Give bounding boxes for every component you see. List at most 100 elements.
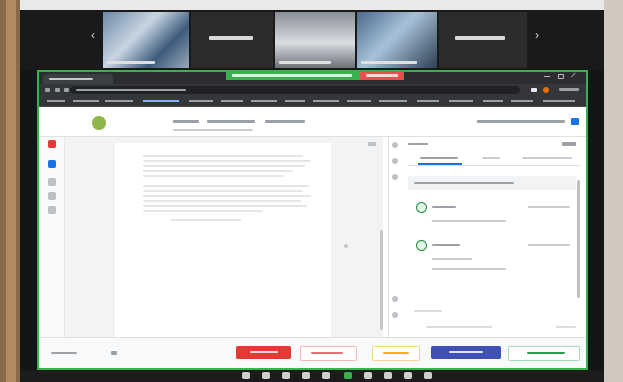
docs-tab[interactable] bbox=[173, 120, 199, 123]
participant-tile[interactable] bbox=[357, 12, 437, 68]
bookmark-item[interactable] bbox=[347, 100, 371, 102]
browser-tab[interactable] bbox=[43, 74, 113, 84]
window-controls[interactable] bbox=[544, 72, 581, 82]
action-button-blue[interactable] bbox=[431, 346, 501, 359]
panel-tab[interactable] bbox=[420, 157, 458, 159]
bookmark-item[interactable] bbox=[105, 100, 133, 102]
participants-icon[interactable] bbox=[302, 372, 310, 379]
comment-time bbox=[528, 206, 570, 208]
video-icon[interactable] bbox=[262, 372, 270, 379]
comments-scrollbar[interactable] bbox=[577, 180, 580, 298]
record-icon[interactable] bbox=[48, 140, 56, 148]
settings-icon[interactable] bbox=[48, 206, 56, 214]
stop-share-button[interactable] bbox=[360, 71, 404, 80]
participant-tile[interactable] bbox=[275, 12, 355, 68]
document-page[interactable] bbox=[115, 143, 331, 337]
pen-icon[interactable] bbox=[48, 192, 56, 200]
panel-side-icon[interactable] bbox=[392, 312, 398, 318]
panel-tab[interactable] bbox=[482, 157, 500, 159]
docs-tab[interactable] bbox=[207, 120, 255, 123]
close-icon[interactable] bbox=[570, 72, 581, 82]
bookmark-item[interactable] bbox=[285, 100, 305, 102]
panel-side-icon[interactable] bbox=[392, 158, 398, 164]
participant-tile[interactable] bbox=[191, 12, 273, 68]
bookmark-item[interactable] bbox=[543, 100, 575, 102]
panel-side-icon[interactable] bbox=[392, 296, 398, 302]
doc-zoom-controls[interactable] bbox=[368, 142, 376, 146]
doc-text-line bbox=[171, 219, 241, 221]
apps-icon[interactable] bbox=[404, 372, 412, 379]
reactions-icon[interactable] bbox=[384, 372, 392, 379]
comment-author bbox=[432, 244, 460, 246]
search-icon[interactable] bbox=[48, 178, 56, 186]
comment-text bbox=[432, 220, 506, 222]
zoom-top-edge bbox=[20, 0, 604, 10]
comment-author-avatar bbox=[416, 202, 427, 213]
address-input[interactable] bbox=[70, 86, 520, 94]
strip-prev-arrow[interactable]: ‹ bbox=[88, 28, 98, 42]
doc-text-line bbox=[143, 170, 293, 172]
bookmark-item[interactable] bbox=[379, 100, 407, 102]
panel-side-icon[interactable] bbox=[392, 174, 398, 180]
action-button-outline-red[interactable] bbox=[300, 346, 357, 361]
comment-card[interactable] bbox=[410, 196, 576, 234]
share-screen-icon[interactable] bbox=[344, 372, 352, 379]
docs-tab[interactable] bbox=[265, 120, 305, 123]
participant-name-label bbox=[455, 36, 505, 40]
action-button-outline-green[interactable] bbox=[508, 346, 580, 361]
bookmark-item[interactable] bbox=[483, 100, 503, 102]
user-avatar[interactable] bbox=[92, 116, 106, 130]
bookmark-item[interactable] bbox=[73, 100, 99, 102]
screen-share-banner bbox=[226, 71, 360, 80]
bookmark-item[interactable] bbox=[449, 100, 473, 102]
share-banner-text bbox=[232, 74, 352, 77]
action-button-label bbox=[527, 352, 565, 354]
mute-icon[interactable] bbox=[242, 372, 250, 379]
page-dot-indicator bbox=[344, 244, 348, 248]
panel-footer-link[interactable] bbox=[556, 326, 576, 328]
participant-tile[interactable] bbox=[439, 12, 527, 68]
menu-icon[interactable] bbox=[559, 88, 579, 91]
reply-box[interactable] bbox=[414, 310, 442, 312]
doc-text-line bbox=[143, 185, 309, 187]
action-button-red[interactable] bbox=[236, 346, 291, 359]
comment-card[interactable] bbox=[410, 234, 576, 282]
chat-icon[interactable] bbox=[322, 372, 330, 379]
bookmark-item[interactable] bbox=[313, 100, 339, 102]
participant-name-label bbox=[107, 61, 155, 64]
bookmark-item[interactable] bbox=[251, 100, 277, 102]
action-button-outline-yellow[interactable] bbox=[372, 346, 420, 361]
chevron-down-icon[interactable] bbox=[111, 351, 117, 355]
page-selector[interactable] bbox=[51, 352, 77, 354]
extension-icon[interactable] bbox=[531, 88, 537, 92]
panel-side-icon[interactable] bbox=[392, 142, 398, 148]
thread-header-text bbox=[414, 182, 514, 184]
bookmark-item[interactable] bbox=[417, 100, 439, 102]
bookmark-item[interactable] bbox=[47, 100, 65, 102]
panel-tab-active-indicator bbox=[418, 163, 462, 165]
profile-avatar[interactable] bbox=[543, 87, 549, 93]
strip-next-arrow[interactable]: › bbox=[532, 28, 542, 42]
bookmark-item[interactable] bbox=[221, 100, 243, 102]
participant-tile[interactable] bbox=[103, 12, 189, 68]
apps-icon[interactable] bbox=[571, 118, 579, 125]
reload-icon[interactable] bbox=[64, 88, 69, 92]
panel-footer-text bbox=[426, 326, 492, 328]
security-icon[interactable] bbox=[282, 372, 290, 379]
comment-text bbox=[432, 268, 506, 270]
forward-icon[interactable] bbox=[55, 88, 60, 92]
more-icon[interactable] bbox=[424, 372, 432, 379]
bookmark-item[interactable] bbox=[511, 100, 533, 102]
docs-header bbox=[39, 107, 586, 137]
panel-close-icon[interactable] bbox=[562, 142, 576, 146]
back-icon[interactable] bbox=[45, 88, 50, 92]
select-tool-icon[interactable] bbox=[48, 160, 56, 168]
minimize-icon[interactable] bbox=[544, 76, 550, 77]
maximize-icon[interactable] bbox=[558, 74, 564, 79]
record-icon[interactable] bbox=[364, 372, 372, 379]
bookmark-item[interactable] bbox=[189, 100, 213, 102]
participant-name-label bbox=[361, 61, 417, 64]
panel-tab[interactable] bbox=[522, 157, 572, 159]
bookmark-item[interactable] bbox=[143, 100, 179, 102]
document-scrollbar[interactable] bbox=[380, 230, 383, 330]
